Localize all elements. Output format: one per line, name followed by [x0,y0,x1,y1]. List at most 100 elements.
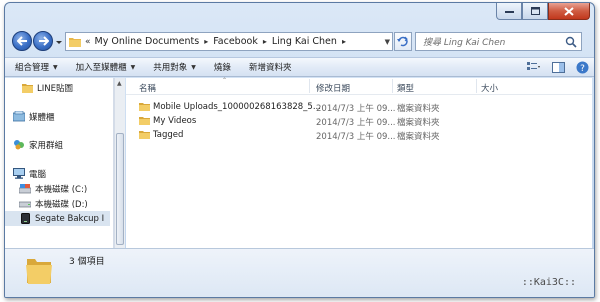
burn-button[interactable]: 燒錄 [214,61,231,73]
forward-arrow-icon [38,36,49,46]
file-name: Mobile Uploads_100000268163828_5... [153,102,321,112]
sidebar-item-label: 家用群組 [29,140,64,151]
chevron-right-icon[interactable]: ▸ [204,37,208,46]
column-header-type[interactable]: 類型 [397,82,414,94]
caption-buttons [496,3,590,20]
chevron-down-icon: ▼ [191,63,196,71]
scroll-up-icon[interactable]: ▲ [117,80,122,87]
address-overflow-chevron[interactable]: « [85,37,91,47]
navigation-scrollbar[interactable]: ▲ [114,78,125,248]
svg-text:?: ? [580,64,585,74]
search-placeholder: 搜尋 Ling Kai Chen [423,38,506,48]
file-type: 檔案資料夾 [397,104,440,114]
folder-icon [139,131,150,139]
chevron-right-icon[interactable]: ▸ [263,37,267,46]
table-row[interactable]: Tagged 2014/7/3 上午 09... 檔案資料夾 [126,128,592,142]
search-input[interactable]: 搜尋 Ling Kai Chen [415,32,582,51]
file-type: 檔案資料夾 [397,118,440,128]
sidebar-item-homegroup[interactable]: 家用群組 [13,137,63,152]
refresh-button[interactable] [394,32,412,51]
add-to-library-label: 加入至媒體櫃 [75,63,127,73]
watermark-text: ::Kai3C:: [521,277,576,288]
column-divider[interactable] [309,79,310,93]
preview-pane-button[interactable] [550,60,566,74]
sidebar-item-computer[interactable]: 電腦 [13,166,46,181]
column-header-name[interactable]: 名稱 [139,82,156,94]
file-list: ⌃ 名稱 修改日期 類型 大小 Mobile Uploads_100000268… [126,77,592,248]
table-row[interactable]: Mobile Uploads_100000268163828_5... 2014… [126,100,592,114]
sidebar-item-label: 電腦 [29,169,47,180]
breadcrumb: My Online Documents ▸ Facebook ▸ Ling Ka… [95,36,351,47]
sidebar-item-label: 媒體櫃 [29,112,55,123]
file-name: My Videos [153,116,197,126]
folder-icon [69,37,81,47]
breadcrumb-item[interactable]: Facebook [213,36,258,47]
file-type: 檔案資料夾 [397,132,440,142]
forward-button[interactable] [33,31,53,51]
new-folder-label: 新增資料夾 [248,63,292,73]
chevron-down-icon: ▼ [130,63,136,71]
chevron-down-icon: ▼ [53,63,58,71]
folder-icon [21,82,33,93]
column-header-date[interactable]: 修改日期 [316,82,350,94]
back-button[interactable] [12,31,32,51]
breadcrumb-item[interactable]: My Online Documents [95,36,200,47]
new-folder-button[interactable]: 新增資料夾 [249,61,292,73]
address-row: « My Online Documents ▸ Facebook ▸ Ling … [5,29,594,55]
preview-pane-icon [551,61,565,73]
address-history-dropdown-icon[interactable]: ▼ [385,38,390,46]
minimize-button[interactable] [496,3,522,20]
computer-icon [13,168,25,179]
chevron-right-icon[interactable]: ▸ [342,37,346,46]
sidebar-item-line-stickers[interactable]: LINE貼圖 [21,80,73,95]
close-icon [564,6,574,16]
sidebar-item-label: LINE貼圖 [37,83,73,94]
close-button[interactable] [548,3,590,20]
help-button[interactable]: ? [574,60,590,74]
navigation-pane: LINE貼圖 媒體櫃 家用群組 電腦 本機磁碟 (C:) 本機磁碟 (D:) S… [5,78,114,248]
refresh-icon [397,36,408,47]
library-icon [13,111,25,122]
sidebar-item-label: 本機磁碟 (D:) [35,199,88,210]
breadcrumb-item[interactable]: Ling Kai Chen [272,36,337,47]
organize-label: 組合管理 [15,63,50,73]
scrollbar-thumb[interactable] [116,133,124,245]
address-bar[interactable]: « My Online Documents ▸ Facebook ▸ Ling … [65,32,393,51]
search-icon[interactable] [565,36,577,48]
sidebar-item-libraries[interactable]: 媒體櫃 [13,109,55,124]
file-date: 2014/7/3 上午 09... [316,118,396,128]
file-date: 2014/7/3 上午 09... [316,104,396,114]
table-row[interactable]: My Videos 2014/7/3 上午 09... 檔案資料夾 [126,114,592,128]
column-header-size[interactable]: 大小 [481,82,498,94]
maximize-button[interactable] [522,3,548,20]
file-date: 2014/7/3 上午 09... [316,132,396,142]
change-view-button[interactable] [526,60,542,74]
maximize-icon [530,7,540,15]
sidebar-item-label: 本機磁碟 (C:) [35,184,88,195]
drive-c-icon [19,183,31,194]
share-with-menu[interactable]: 共用對象 ▼ [153,61,196,73]
homegroup-icon [13,139,25,150]
column-header-row: ⌃ 名稱 修改日期 類型 大小 [126,77,592,95]
folder-icon [139,103,150,111]
back-arrow-icon [16,36,27,46]
burn-label: 燒錄 [213,63,231,73]
command-toolbar: 組合管理 ▼ 加入至媒體櫃 ▼ 共用對象 ▼ 燒錄 新增資料夾 ? [5,57,594,77]
external-drive-icon [19,213,31,224]
sidebar-item-segate-backup[interactable]: Segate Bakcup I [5,211,110,226]
item-count: 3 個項目 [69,257,105,267]
column-divider[interactable] [392,79,393,93]
add-to-library-menu[interactable]: 加入至媒體櫃 ▼ [76,61,136,73]
drive-d-icon [19,198,31,209]
sidebar-item-drive-d[interactable]: 本機磁碟 (D:) [19,196,88,211]
organize-menu[interactable]: 組合管理 ▼ [15,61,58,73]
sidebar-item-drive-c[interactable]: 本機磁碟 (C:) [19,181,87,196]
minimize-icon [504,11,514,13]
sidebar-item-label: Segate Bakcup I [35,213,105,224]
help-icon: ? [576,61,588,74]
view-options-icon [527,62,540,70]
folder-icon [139,117,150,125]
share-with-label: 共用對象 [153,63,188,73]
column-divider[interactable] [476,79,477,93]
recent-pages-dropdown-icon[interactable] [55,38,63,46]
